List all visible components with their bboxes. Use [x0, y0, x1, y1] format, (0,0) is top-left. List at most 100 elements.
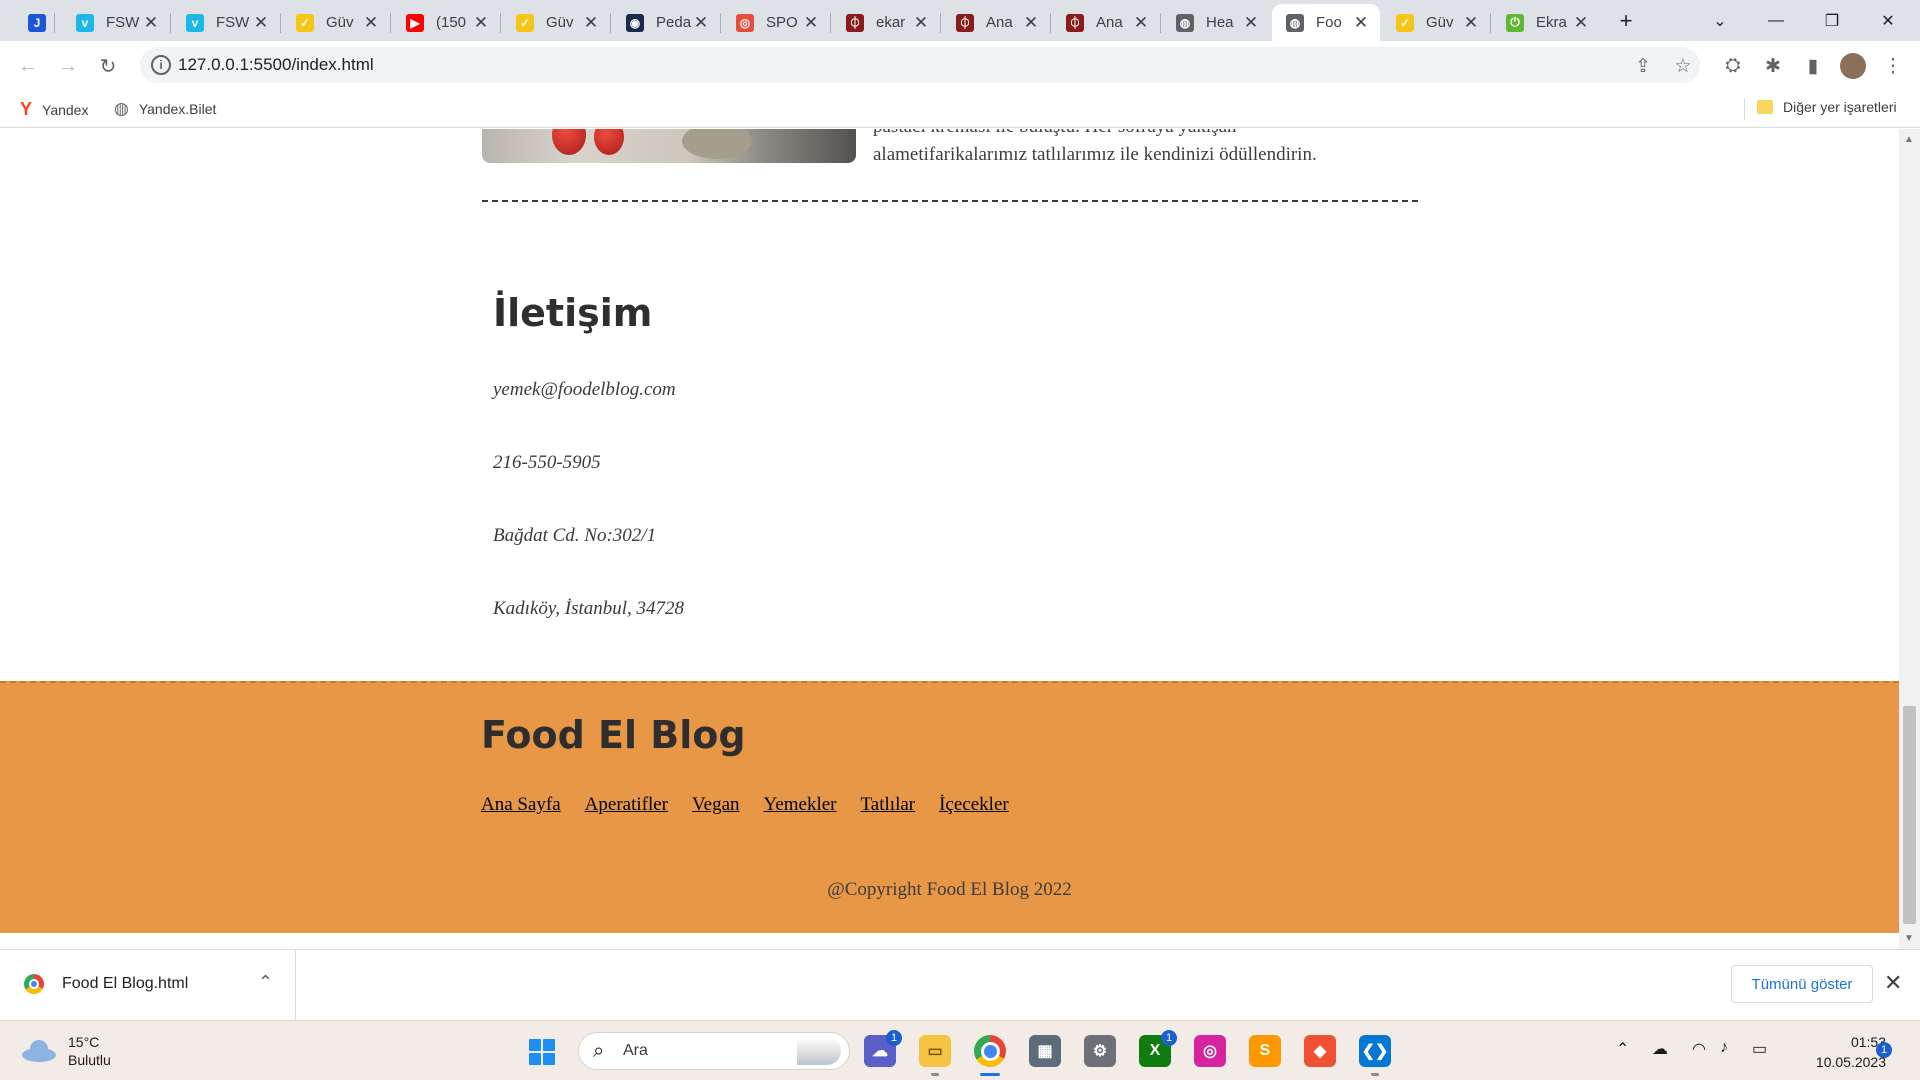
tab-separator: [1050, 13, 1051, 33]
browser-tab[interactable]: ▶ (150 ✕: [392, 4, 500, 41]
contact-address-line1: Bağdat Cd. No:302/1: [493, 525, 657, 546]
tab-separator: [940, 13, 941, 33]
contact-email: yemek@foodelblog.com: [493, 379, 676, 400]
tab-title: FSW: [106, 14, 140, 31]
footer-link-meals[interactable]: Yemekler: [764, 794, 837, 816]
instagram-icon[interactable]: ◎: [1194, 1035, 1226, 1067]
close-window-button[interactable]: ✕: [1860, 0, 1916, 41]
bookmark-label: Yandex: [42, 101, 89, 118]
forward-button[interactable]: →: [52, 50, 84, 82]
show-all-downloads-button[interactable]: Tümünü göster: [1731, 965, 1873, 1003]
tab-active[interactable]: ◍ Foo ✕: [1272, 4, 1380, 41]
tab-close-icon[interactable]: ✕: [142, 13, 160, 33]
tab-close-icon[interactable]: ✕: [802, 13, 820, 33]
tab-close-icon[interactable]: ✕: [472, 13, 490, 33]
onedrive-cloud-icon[interactable]: ☁: [1652, 1039, 1668, 1059]
tab-title: FSW: [216, 14, 250, 31]
scroll-up-arrow-icon[interactable]: ▲: [1904, 134, 1914, 145]
browser-tab[interactable]: v FSW ✕: [172, 4, 280, 41]
tab-close-icon[interactable]: ✕: [362, 13, 380, 33]
url-text[interactable]: 127.0.0.1:5500/index.html: [178, 55, 374, 75]
taskbar-search[interactable]: ⌕ Ara: [578, 1032, 850, 1070]
browser-tab[interactable]: ⏀ ekar ✕: [832, 4, 940, 41]
site-info-icon[interactable]: i: [151, 55, 171, 75]
system-clock[interactable]: 01:53 10.05.2023: [1790, 1032, 1886, 1072]
tab-close-icon[interactable]: ✕: [1132, 13, 1150, 33]
tab-close-icon[interactable]: ✕: [1022, 13, 1040, 33]
weather-widget[interactable]: 15°C Bulutlu: [22, 1033, 111, 1069]
extensions-puzzle-icon[interactable]: ✱: [1760, 53, 1786, 79]
chrome-icon[interactable]: [974, 1035, 1006, 1067]
browser-tab[interactable]: v FSW ✕: [62, 4, 170, 41]
footer-link-drinks[interactable]: İçecekler: [939, 794, 1009, 816]
settings-icon[interactable]: ⚙: [1084, 1035, 1116, 1067]
tab-close-icon[interactable]: ✕: [252, 13, 270, 33]
calculator-icon[interactable]: ▦: [1029, 1035, 1061, 1067]
browser-tab[interactable]: ⏀ Ana ✕: [1052, 4, 1160, 41]
bookmark-yandex-bilet[interactable]: ◍ Yandex.Bilet: [114, 99, 216, 119]
volume-icon[interactable]: ♪: [1720, 1039, 1728, 1057]
tab-title: ekar: [876, 14, 906, 31]
browser-tab[interactable]: ◍ Hea ✕: [1162, 4, 1270, 41]
tab-close-icon[interactable]: ✕: [1572, 13, 1590, 33]
restore-button[interactable]: ❐: [1804, 0, 1860, 41]
scrollbar-thumb[interactable]: [1903, 706, 1916, 924]
tab-close-icon[interactable]: ✕: [1242, 13, 1260, 33]
close-icon[interactable]: ✕: [1884, 970, 1902, 996]
site-footer: Food El Blog Ana Sayfa Aperatifler Vegan…: [0, 681, 1899, 933]
browser-tab[interactable]: ◎ SPO ✕: [722, 4, 830, 41]
browser-tab[interactable]: ⏀ Ana ✕: [942, 4, 1050, 41]
address-bar[interactable]: i 127.0.0.1:5500/index.html: [140, 47, 1700, 83]
tab-favicon-icon: ◎: [736, 13, 754, 32]
tab-close-icon[interactable]: ✕: [912, 13, 930, 33]
minimize-button[interactable]: —: [1748, 0, 1804, 41]
side-panel-icon[interactable]: ▮: [1800, 53, 1826, 79]
git-icon[interactable]: ◆: [1304, 1035, 1336, 1067]
strawberry-shape: [552, 129, 586, 155]
chevron-up-icon[interactable]: ⌃: [258, 972, 273, 993]
tab-close-icon[interactable]: ✕: [582, 13, 600, 33]
back-button[interactable]: ←: [12, 50, 44, 82]
tab-close-icon[interactable]: ✕: [692, 13, 710, 33]
tab-search-chevron-icon[interactable]: ⌄: [1692, 0, 1748, 41]
vscode-icon[interactable]: ❮❯: [1359, 1035, 1391, 1067]
tab-close-icon[interactable]: ✕: [1462, 13, 1480, 33]
browser-tab[interactable]: ◉ Peda ✕: [612, 4, 720, 41]
browser-tab[interactable]: J: [14, 4, 54, 41]
menu-kebab-icon[interactable]: ⋮: [1880, 53, 1906, 79]
tab-close-icon[interactable]: ✕: [1352, 13, 1370, 33]
download-item[interactable]: Food El Blog.html ⌃: [0, 950, 296, 1020]
tab-favicon-icon: ◉: [626, 13, 644, 32]
footer-link-desserts[interactable]: Tatlılar: [861, 794, 916, 816]
app-notification-badge: 1: [1161, 1030, 1177, 1046]
extension-blocked-icon[interactable]: ⛭: [1720, 53, 1746, 79]
profile-avatar[interactable]: [1840, 53, 1866, 79]
footer-link-vegan[interactable]: Vegan: [692, 794, 739, 816]
windows-start-icon[interactable]: [529, 1039, 555, 1065]
footer-link-appetizers[interactable]: Aperatifler: [585, 794, 668, 816]
tab-favicon-icon: ◍: [1286, 13, 1304, 32]
wifi-icon[interactable]: ◠: [1692, 1039, 1706, 1059]
new-tab-button[interactable]: +: [1606, 0, 1646, 41]
other-bookmarks-folder[interactable]: Diğer yer işaretleri: [1757, 99, 1897, 115]
file-explorer-icon[interactable]: ▭: [919, 1035, 951, 1067]
folder-icon: [1757, 100, 1773, 114]
bookmark-star-icon[interactable]: ☆: [1670, 53, 1696, 79]
browser-tab[interactable]: ✓ Güv ✕: [502, 4, 610, 41]
scroll-down-arrow-icon[interactable]: ▼: [1904, 933, 1914, 944]
share-icon[interactable]: ⇪: [1630, 53, 1656, 79]
browser-tab[interactable]: ✓ Güv ✕: [282, 4, 390, 41]
tab-favicon-icon: ✓: [296, 13, 314, 32]
bookmark-yandex[interactable]: Y Yandex: [20, 99, 88, 120]
battery-icon[interactable]: ▭: [1752, 1039, 1767, 1059]
browser-tab[interactable]: ✓ Güv ✕: [1382, 4, 1490, 41]
tab-title: Güv: [326, 14, 354, 31]
notification-badge[interactable]: 1: [1876, 1042, 1892, 1058]
page-scrollbar[interactable]: ▲ ▼: [1899, 129, 1920, 949]
sublime-icon[interactable]: S: [1249, 1035, 1281, 1067]
browser-tab[interactable]: ⏻ Ekra ✕: [1492, 4, 1600, 41]
chevron-up-tray-icon[interactable]: ⌃: [1616, 1039, 1629, 1059]
globe-icon: ◍: [114, 99, 129, 118]
reload-button[interactable]: ↻: [92, 50, 124, 82]
footer-link-home[interactable]: Ana Sayfa: [481, 794, 561, 816]
